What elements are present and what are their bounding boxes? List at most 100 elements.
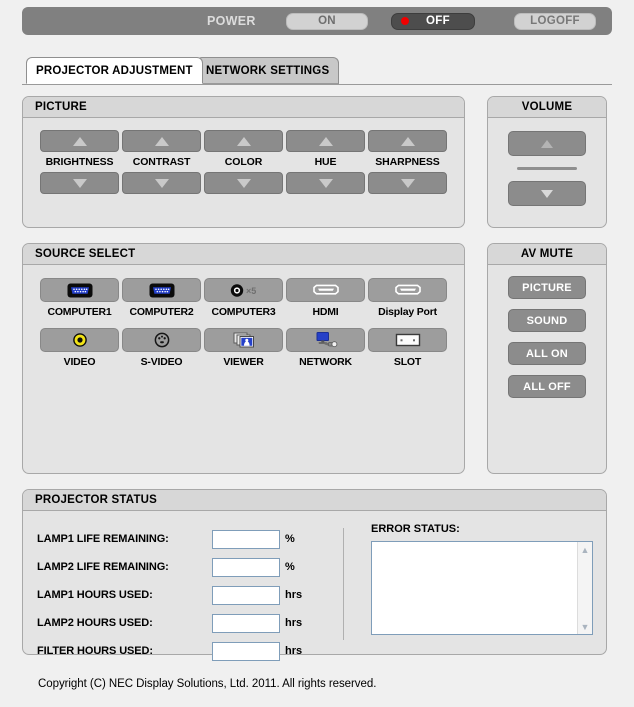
hdmi-connector-icon (312, 284, 339, 295)
power-on-button[interactable]: ON (286, 12, 368, 30)
lamp1-hours-label: LAMP1 HOURS USED: (37, 589, 153, 601)
triangle-up-icon (72, 136, 87, 146)
displayport-connector-icon (394, 284, 421, 295)
source-hdmi-label: HDMI (312, 306, 339, 318)
lamp1-hours-unit: hrs (285, 589, 303, 601)
source-slot-button[interactable] (368, 328, 447, 352)
hue-up-button[interactable] (286, 130, 365, 152)
source-computer3-label: COMPUTER3 (211, 306, 276, 318)
power-off-label: OFF (426, 15, 450, 27)
lamp1-life-unit: % (285, 533, 295, 545)
tab-strip: PROJECTOR ADJUSTMENT NETWORK SETTINGS (22, 57, 612, 85)
source-item-computer2: COMPUTER2 (122, 278, 201, 318)
source-hdmi-button[interactable] (286, 278, 365, 302)
tab-network-settings[interactable]: NETWORK SETTINGS (196, 57, 340, 84)
color-down-button[interactable] (204, 172, 283, 194)
source-viewer-button[interactable] (204, 328, 283, 352)
brightness-down-button[interactable] (40, 172, 119, 194)
lamp2-hours-input[interactable] (212, 613, 280, 633)
stacked-images-icon (233, 332, 254, 348)
vga-connector-icon (67, 283, 92, 297)
hue-down-button[interactable] (286, 172, 365, 194)
volume-controls (488, 118, 606, 206)
source-network-label: NETWORK (299, 356, 352, 368)
filter-hours-unit: hrs (285, 645, 303, 657)
triangle-down-icon (400, 178, 415, 188)
chevron-down-icon[interactable]: ▼ (578, 619, 593, 634)
source-computer2-button[interactable] (122, 278, 201, 302)
av-mute-panel: AV MUTE PICTURE SOUND ALL ON ALL OFF (487, 243, 607, 474)
sharpness-label: SHARPNESS (375, 156, 440, 168)
source-computer1-button[interactable] (40, 278, 119, 302)
expansion-card-icon (395, 333, 420, 347)
projector-status-panel-title: PROJECTOR STATUS (23, 490, 606, 511)
svg-text:×5: ×5 (246, 286, 256, 296)
triangle-up-icon (318, 136, 333, 146)
source-displayport-button[interactable] (368, 278, 447, 302)
power-off-button[interactable]: OFF (391, 12, 475, 30)
source-displayport-label: Display Port (378, 306, 437, 318)
filter-hours-label: FILTER HOURS USED: (37, 645, 153, 657)
source-svideo-button[interactable] (122, 328, 201, 352)
sharpness-down-button[interactable] (368, 172, 447, 194)
sharpness-up-button[interactable] (368, 130, 447, 152)
triangle-up-icon (400, 136, 415, 146)
triangle-down-icon (541, 189, 553, 198)
filter-hours-input[interactable] (212, 641, 280, 661)
volume-divider (517, 167, 577, 170)
av-mute-sound-button[interactable]: SOUND (508, 309, 586, 332)
triangle-down-icon (154, 178, 169, 188)
lamp1-hours-input[interactable] (212, 585, 280, 605)
copyright-footer: Copyright (C) NEC Display Solutions, Ltd… (38, 678, 377, 690)
av-mute-buttons: PICTURE SOUND ALL ON ALL OFF (488, 265, 606, 398)
network-monitor-icon (316, 332, 337, 348)
source-item-computer1: COMPUTER1 (40, 278, 119, 318)
source-item-network: NETWORK (286, 328, 365, 368)
color-up-button[interactable] (204, 130, 283, 152)
triangle-down-icon (72, 178, 87, 188)
contrast-down-button[interactable] (122, 172, 201, 194)
source-item-computer3: ×5 COMPUTER3 (204, 278, 283, 318)
rca-video-jack-icon (72, 333, 87, 347)
av-mute-panel-title: AV MUTE (488, 244, 606, 265)
lamp2-life-input[interactable] (212, 557, 280, 577)
status-row: LAMP1 LIFE REMAINING: % (37, 525, 327, 553)
mini-din-connector-icon (154, 332, 169, 348)
source-computer3-button[interactable]: ×5 (204, 278, 283, 302)
av-mute-all-on-button[interactable]: ALL ON (508, 342, 586, 365)
error-status-scrollbar[interactable]: ▲ ▼ (577, 542, 592, 634)
source-network-button[interactable] (286, 328, 365, 352)
source-computer2-label: COMPUTER2 (129, 306, 194, 318)
status-row: LAMP2 HOURS USED: hrs (37, 609, 327, 637)
volume-up-button[interactable] (508, 131, 586, 156)
source-row-1: COMPUTER1 COMPUTER2 ×5 COMPUTER3 HDMI Di… (23, 278, 464, 318)
vga-connector-icon (149, 283, 174, 297)
source-computer1-label: COMPUTER1 (47, 306, 112, 318)
tab-projector-adjustment[interactable]: PROJECTOR ADJUSTMENT (26, 57, 203, 84)
lamp2-hours-label: LAMP2 HOURS USED: (37, 617, 153, 629)
lamp2-life-unit: % (285, 561, 295, 573)
source-select-panel-title: SOURCE SELECT (23, 244, 464, 265)
error-status-box[interactable]: ▲ ▼ (371, 541, 593, 635)
bnc-x5-icon: ×5 (230, 283, 256, 297)
error-status-section: ERROR STATUS: ▲ ▼ (371, 523, 596, 635)
source-viewer-label: VIEWER (223, 356, 264, 368)
hue-label: HUE (314, 156, 337, 168)
brightness-up-button[interactable] (40, 130, 119, 152)
error-status-label: ERROR STATUS: (371, 523, 460, 535)
contrast-up-button[interactable] (122, 130, 201, 152)
picture-panel-title: PICTURE (23, 97, 464, 118)
av-mute-all-off-button[interactable]: ALL OFF (508, 375, 586, 398)
lamp2-hours-unit: hrs (285, 617, 303, 629)
av-mute-picture-button[interactable]: PICTURE (508, 276, 586, 299)
logoff-button[interactable]: LOGOFF (514, 12, 596, 30)
lamp1-life-input[interactable] (212, 529, 280, 549)
source-item-slot: SLOT (368, 328, 447, 368)
status-row: LAMP2 LIFE REMAINING: % (37, 553, 327, 581)
volume-panel-title: VOLUME (488, 97, 606, 118)
power-off-led-icon (401, 17, 409, 25)
chevron-up-icon[interactable]: ▲ (578, 542, 593, 557)
source-select-panel: SOURCE SELECT COMPUTER1 COMPUTER2 ×5 COM… (22, 243, 465, 474)
source-video-button[interactable] (40, 328, 119, 352)
volume-down-button[interactable] (508, 181, 586, 206)
